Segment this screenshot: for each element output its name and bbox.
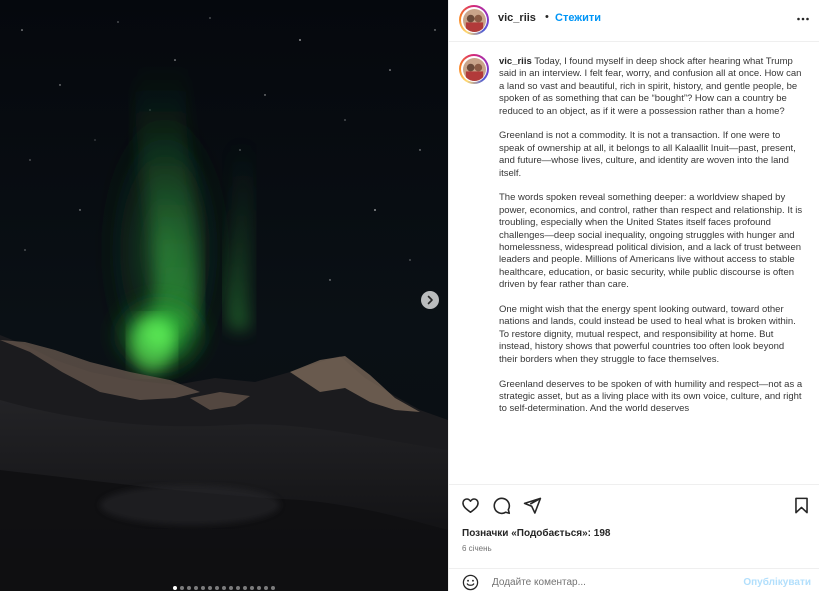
carousel-dot xyxy=(271,586,275,590)
caption-paragraph: Greenland is not a commodity. It is not … xyxy=(499,130,796,179)
avatar-image xyxy=(462,57,486,81)
comment-button[interactable] xyxy=(492,496,511,515)
more-horizontal-icon[interactable] xyxy=(796,12,810,26)
save-button[interactable] xyxy=(792,496,811,515)
carousel-dot xyxy=(208,586,212,590)
caption-section[interactable]: vic_riis Today, I found myself in deep s… xyxy=(449,42,819,484)
comment-icon xyxy=(493,497,511,515)
avatar-image xyxy=(462,8,486,32)
follow-button[interactable]: Стежити xyxy=(555,12,601,24)
publish-button[interactable]: Опублікувати xyxy=(743,577,811,588)
caption-paragraph: Greenland deserves to be spoken of with … xyxy=(499,378,803,415)
heart-icon xyxy=(462,498,479,514)
carousel-dot xyxy=(250,586,254,590)
carousel-dot xyxy=(173,586,177,590)
caption-paragraph: The words spoken reveal something deeper… xyxy=(499,192,803,291)
caption-username[interactable]: vic_riis xyxy=(499,56,532,67)
carousel-dot xyxy=(187,586,191,590)
like-button[interactable] xyxy=(461,496,480,515)
carousel-dot xyxy=(236,586,240,590)
share-button[interactable] xyxy=(523,496,542,515)
carousel-dot xyxy=(264,586,268,590)
aurora-photo xyxy=(0,0,448,591)
emoji-icon[interactable] xyxy=(462,574,479,591)
post-date[interactable]: 6 січень xyxy=(462,544,492,553)
post-actions: Позначки «Подобається»: 198 6 січень xyxy=(449,484,819,568)
chevron-right-icon xyxy=(427,295,433,305)
carousel-dot xyxy=(222,586,226,590)
post-caption: vic_riis Today, I found myself in deep s… xyxy=(499,56,805,428)
carousel-dot xyxy=(201,586,205,590)
separator-dot: • xyxy=(545,11,549,23)
carousel-dot xyxy=(194,586,198,590)
comment-input[interactable] xyxy=(492,574,732,590)
author-avatar[interactable] xyxy=(459,5,489,35)
caption-paragraph: vic_riis Today, I found myself in deep s… xyxy=(499,56,802,117)
carousel-dot xyxy=(229,586,233,590)
carousel-dot xyxy=(180,586,184,590)
carousel-dot xyxy=(243,586,247,590)
carousel-indicator xyxy=(0,586,448,590)
caption-paragraph: One might wish that the energy spent loo… xyxy=(499,304,796,365)
likes-count[interactable]: Позначки «Подобається»: 198 xyxy=(462,528,610,539)
bookmark-icon xyxy=(795,497,808,514)
post-header: vic_riis • Стежити xyxy=(449,0,819,42)
carousel-next-button[interactable] xyxy=(421,291,439,309)
caption-author-avatar[interactable] xyxy=(459,54,489,84)
post-media[interactable] xyxy=(0,0,448,591)
post-sidebar: vic_riis • Стежити vic_riis Today, I fou… xyxy=(448,0,819,591)
share-icon xyxy=(523,497,542,514)
carousel-dot xyxy=(257,586,261,590)
comment-box: Опублікувати xyxy=(449,568,819,591)
author-username[interactable]: vic_riis xyxy=(498,12,536,24)
carousel-dot xyxy=(215,586,219,590)
